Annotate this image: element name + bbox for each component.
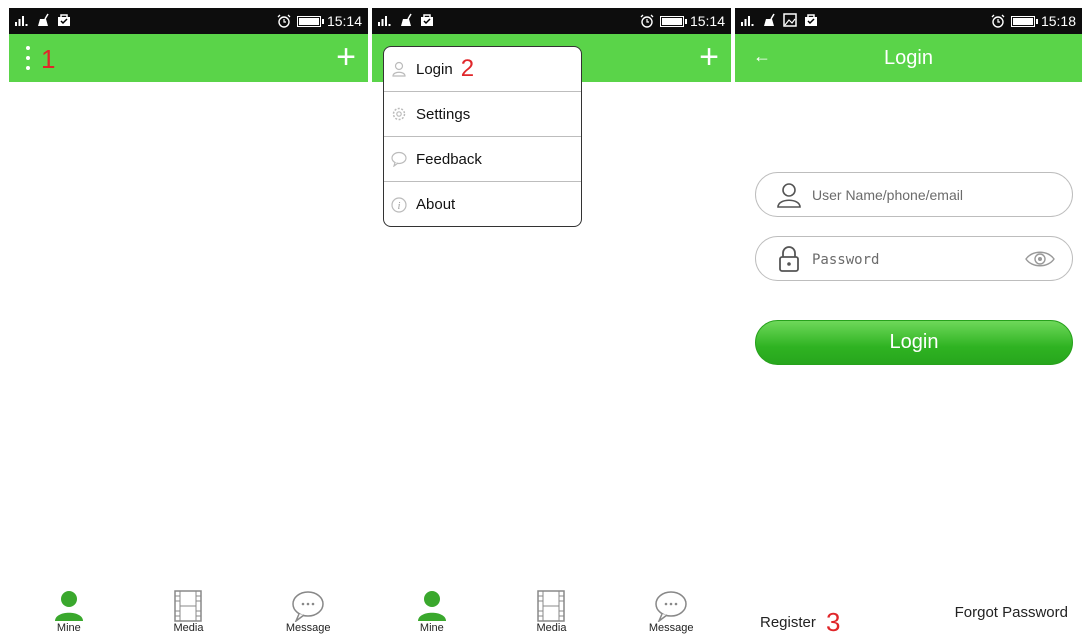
- shopping-bag-icon: [58, 14, 70, 26]
- tab-label: Media: [536, 622, 567, 634]
- tab-message[interactable]: Message: [258, 586, 358, 636]
- svg-text:i: i: [398, 201, 401, 212]
- bottom-tab-bar: Mine Media Message: [9, 586, 368, 636]
- chat-bubble-icon: [390, 150, 408, 168]
- tab-label: Message: [648, 622, 694, 634]
- tab-mine[interactable]: Mine: [19, 586, 119, 636]
- tab-media[interactable]: Media: [501, 586, 601, 636]
- username-input[interactable]: [812, 186, 1012, 203]
- shopping-bag-icon: [805, 14, 817, 26]
- step-annotation: 3: [826, 607, 841, 636]
- battery-icon: [659, 15, 687, 27]
- bottom-tab-bar: Mine Media Message: [372, 586, 731, 636]
- register-link[interactable]: Register 3: [760, 604, 841, 636]
- more-menu-icon[interactable]: [21, 46, 35, 70]
- menu-item-settings[interactable]: Settings: [384, 92, 581, 137]
- battery-icon: [1010, 15, 1038, 27]
- shopping-bag-icon: [421, 14, 433, 26]
- phone-screen-login: 15:18 ← Login Login Register 3 Forgot Pa…: [735, 8, 1082, 636]
- add-button[interactable]: +: [336, 40, 356, 74]
- cleaner-icon: [38, 13, 49, 26]
- menu-item-label: About: [416, 196, 456, 213]
- gear-icon: [390, 105, 408, 123]
- app-bar: ← Login: [735, 34, 1082, 82]
- password-input[interactable]: [812, 250, 1012, 267]
- signal-icon: [741, 16, 754, 26]
- app-bar: +: [9, 34, 368, 82]
- menu-item-label: Settings: [416, 105, 471, 123]
- username-field[interactable]: [755, 172, 1073, 217]
- alarm-icon: [277, 14, 291, 28]
- status-bar: 15:14: [9, 8, 368, 34]
- tab-label: Mine: [419, 622, 444, 634]
- cleaner-icon: [764, 13, 775, 26]
- phone-screen-menu: 15:14 + Login 2 Settings Feedback i Abou…: [372, 8, 731, 636]
- phone-screen-home: 15:14 + 1 Mine Media Message: [9, 8, 368, 636]
- menu-item-label: Login: [416, 60, 453, 78]
- menu-item-about[interactable]: i About: [384, 182, 581, 226]
- tab-label: Message: [285, 622, 331, 634]
- step-annotation: 1: [41, 44, 56, 74]
- menu-item-login[interactable]: Login 2: [384, 47, 581, 92]
- tab-label: Media: [173, 622, 204, 634]
- tab-media[interactable]: Media: [138, 586, 238, 636]
- film-icon: [537, 590, 566, 622]
- film-icon: [174, 590, 203, 622]
- register-label: Register: [760, 614, 816, 631]
- cleaner-icon: [401, 13, 412, 26]
- status-time: 15:18: [1040, 13, 1076, 29]
- status-bar: 15:18: [735, 8, 1082, 34]
- info-icon: i: [390, 196, 408, 214]
- menu-item-feedback[interactable]: Feedback: [384, 137, 581, 182]
- password-field[interactable]: [755, 236, 1073, 281]
- page-title: Login: [884, 47, 933, 69]
- battery-icon: [296, 15, 324, 27]
- status-time: 15:14: [689, 13, 725, 29]
- alarm-icon: [640, 14, 654, 28]
- eye-icon[interactable]: [1024, 249, 1056, 269]
- signal-icon: [378, 16, 391, 26]
- chat-bubble-icon: [292, 591, 324, 622]
- tab-message[interactable]: Message: [621, 586, 721, 636]
- menu-item-label: Feedback: [416, 150, 482, 168]
- status-bar: 15:14: [372, 8, 731, 34]
- forgot-password-link[interactable]: Forgot Password: [955, 604, 1068, 621]
- login-button[interactable]: Login: [755, 320, 1073, 365]
- person-icon: [417, 591, 446, 621]
- image-icon: [783, 13, 797, 27]
- overflow-menu: Login 2 Settings Feedback i About: [383, 46, 582, 227]
- user-outline-icon: [390, 60, 408, 78]
- user-outline-icon: [777, 182, 801, 208]
- tab-label: Mine: [56, 622, 81, 634]
- status-time: 15:14: [326, 13, 362, 29]
- step-annotation: 2: [460, 55, 475, 82]
- lock-icon: [779, 245, 799, 272]
- tab-mine[interactable]: Mine: [382, 586, 482, 636]
- chat-bubble-icon: [655, 591, 687, 622]
- alarm-icon: [991, 14, 1005, 28]
- signal-icon: [15, 16, 28, 26]
- add-button[interactable]: +: [699, 40, 719, 74]
- person-icon: [54, 591, 83, 621]
